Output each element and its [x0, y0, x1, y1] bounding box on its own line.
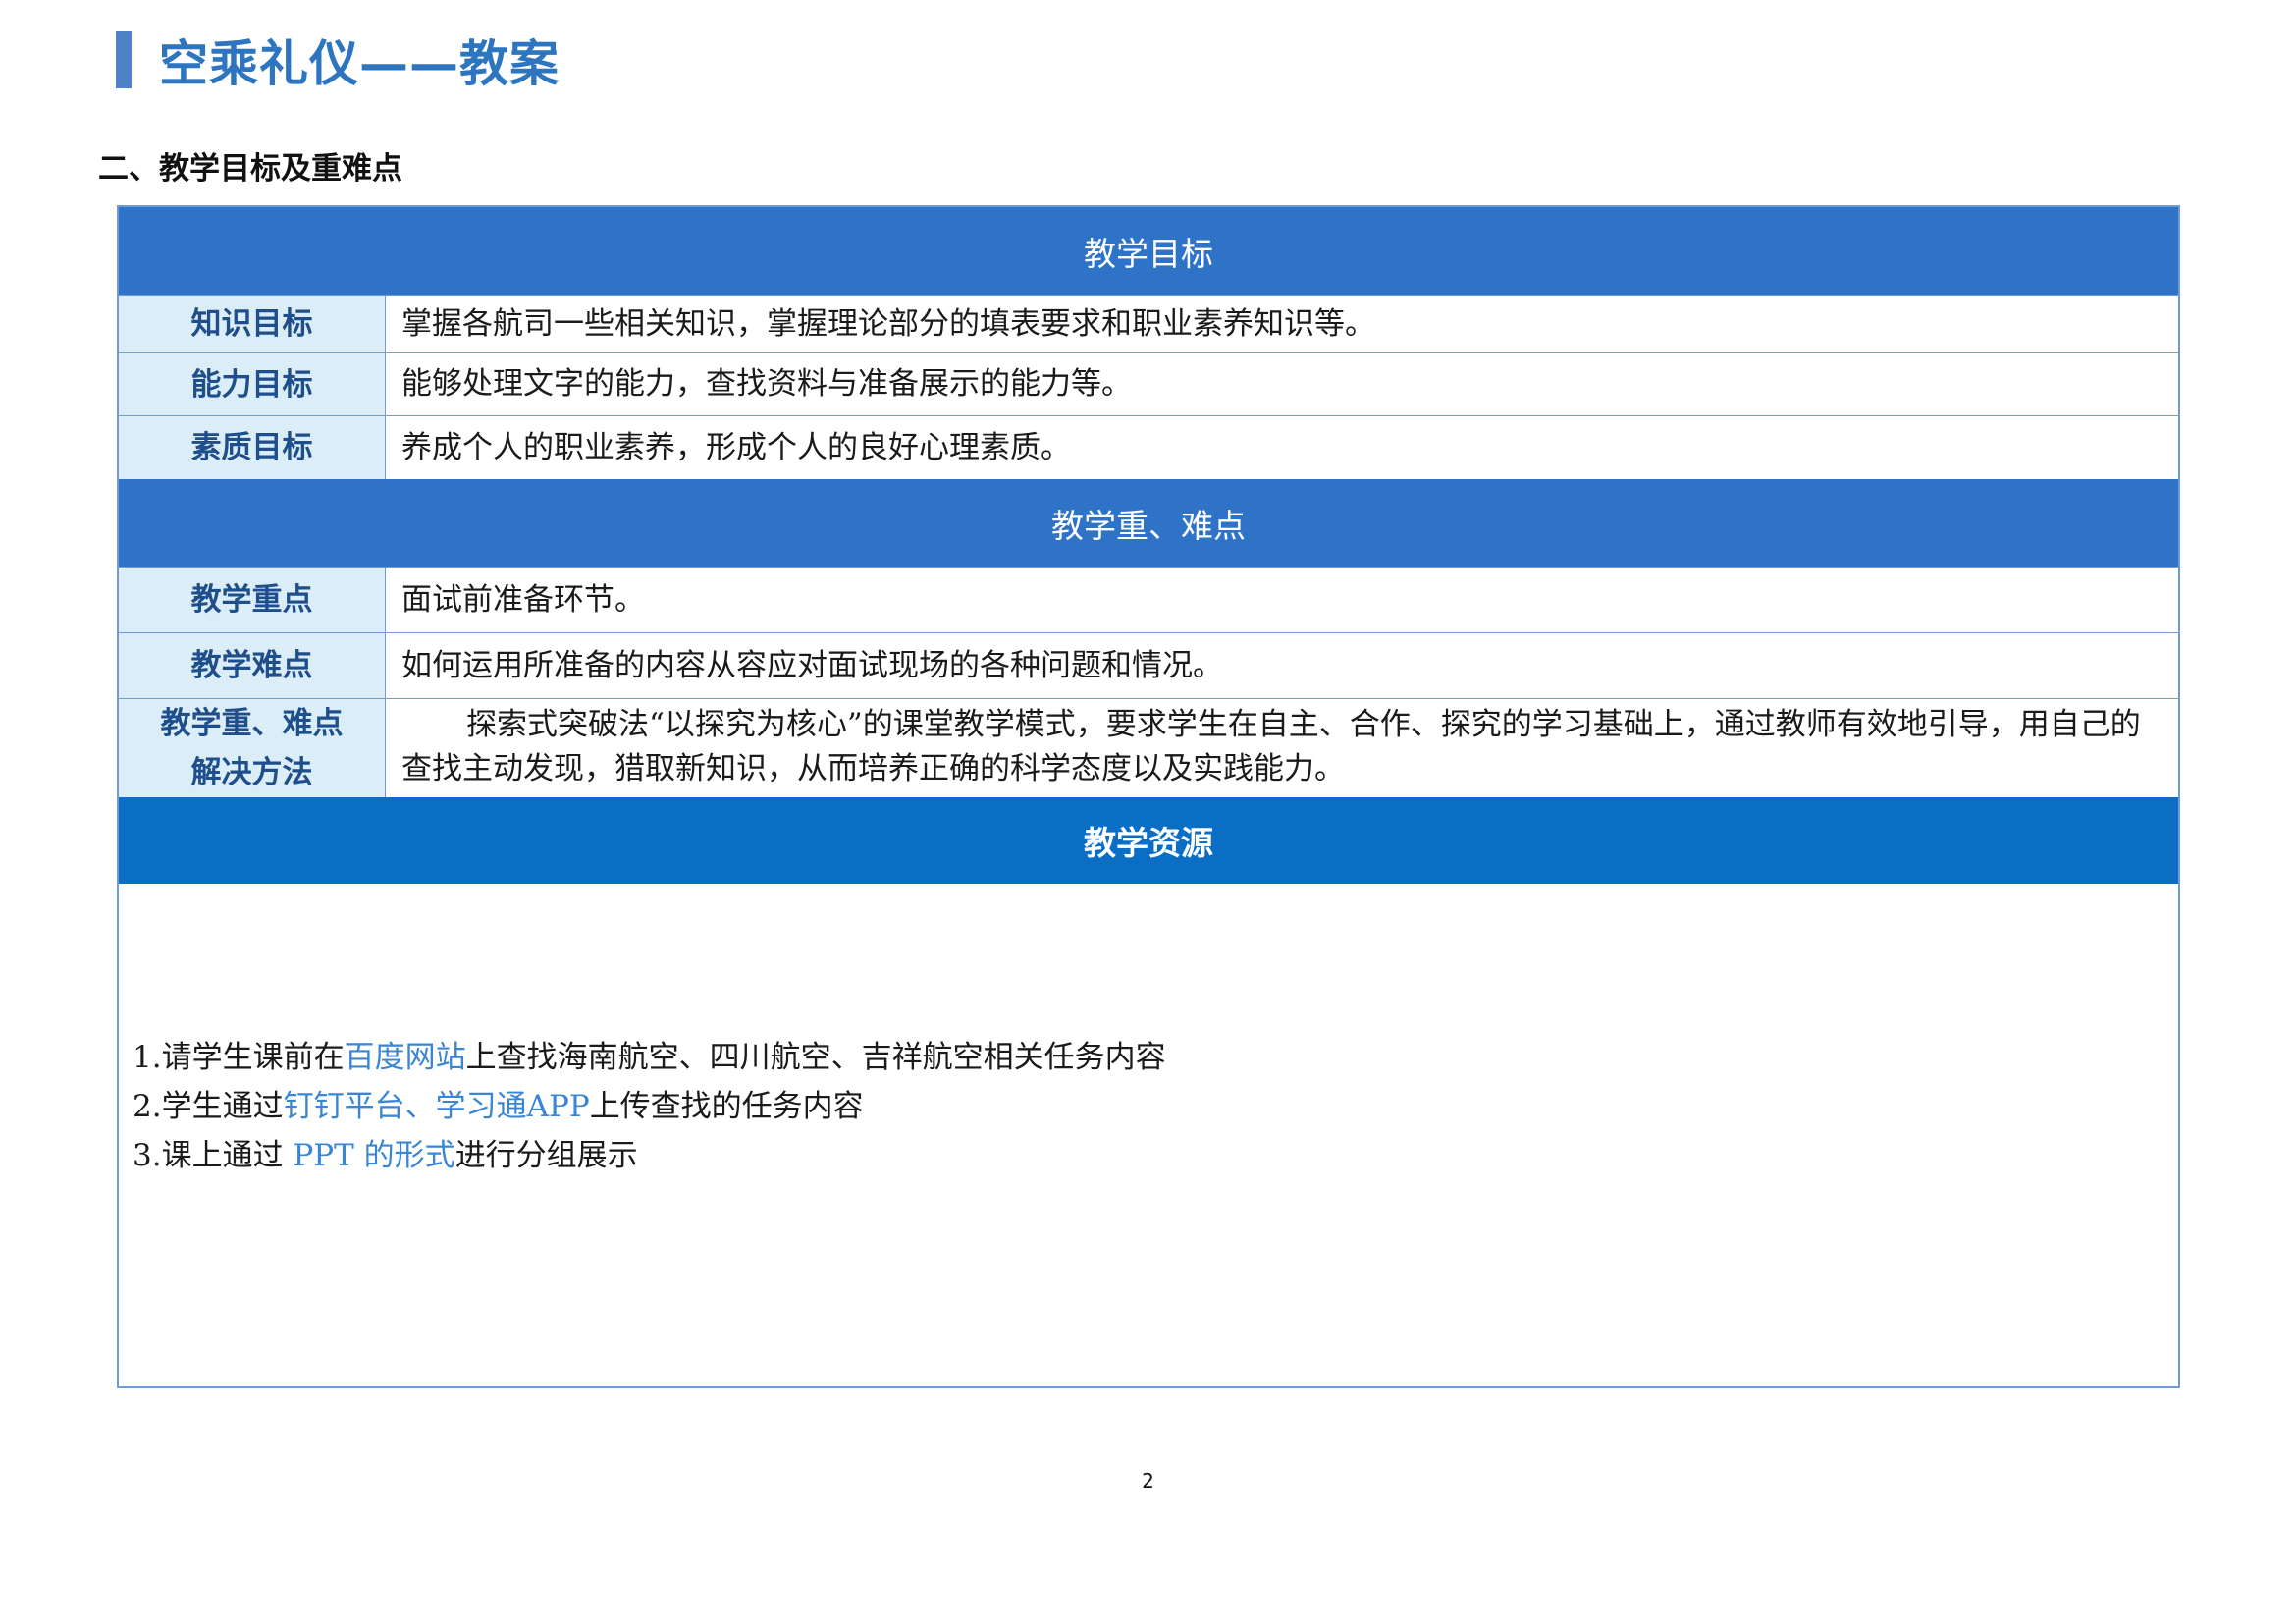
table-row: 教学难点 如何运用所准备的内容从容应对面试现场的各种问题和情况。 — [119, 632, 2178, 698]
lesson-plan-table: 教学目标 知识目标 掌握各航司一些相关知识，掌握理论部分的填表要求和职业素养知识… — [117, 205, 2180, 1388]
method-label: 教学重、难点 解决方法 — [119, 699, 386, 797]
method-label-line2: 解决方法 — [190, 755, 313, 790]
table-row: 教学重、难点 解决方法 探索式突破法“以探究为核心”的课堂教学模式，要求学生在自… — [119, 698, 2178, 797]
resource-item: 3.课上通过 PPT 的形式进行分组展示 — [133, 1138, 638, 1173]
title-accent-bar — [116, 31, 132, 88]
table-row: 能力目标 能够处理文字的能力，查找资料与准备展示的能力等。 — [119, 352, 2178, 415]
method-label-line1: 教学重、难点 — [160, 706, 344, 741]
resource-highlight: 钉钉平台、学习通APP — [283, 1089, 590, 1124]
method-value: 探索式突破法“以探究为核心”的课堂教学模式，要求学生在自主、合作、探究的学习基础… — [401, 707, 2141, 786]
table-row: 素质目标 养成个人的职业素养，形成个人的良好心理素质。 — [119, 415, 2178, 479]
row-value: 面试前准备环节。 — [401, 581, 645, 618]
row-label: 教学难点 — [119, 633, 386, 698]
title-text: 空乘礼仪——教案 — [159, 35, 560, 92]
key-points-header: 教学重、难点 — [119, 479, 2178, 567]
row-label: 教学重点 — [119, 568, 386, 632]
row-value: 掌握各航司一些相关知识，掌握理论部分的填表要求和职业素养知识等。 — [401, 305, 1375, 342]
resources-header: 教学资源 — [119, 797, 2178, 884]
document-title: 空乘礼仪——教案 — [116, 29, 560, 92]
row-value: 能够处理文字的能力，查找资料与准备展示的能力等。 — [401, 366, 1132, 402]
row-label: 能力目标 — [119, 353, 386, 415]
table-row: 知识目标 掌握各航司一些相关知识，掌握理论部分的填表要求和职业素养知识等。 — [119, 295, 2178, 352]
row-label: 知识目标 — [119, 296, 386, 352]
table-row: 教学重点 面试前准备环节。 — [119, 567, 2178, 632]
resources-body: 1.请学生课前在百度网站上查找海南航空、四川航空、吉祥航空相关任务内容 2.学生… — [119, 884, 2178, 1386]
row-value: 如何运用所准备的内容从容应对面试现场的各种问题和情况。 — [401, 647, 1223, 683]
page-number: 2 — [1142, 1469, 1154, 1492]
row-label: 素质目标 — [119, 416, 386, 479]
resource-item: 1.请学生课前在百度网站上查找海南航空、四川航空、吉祥航空相关任务内容 — [133, 1040, 1166, 1075]
resource-highlight: PPT 的形式 — [293, 1138, 455, 1173]
row-value: 养成个人的职业素养，形成个人的良好心理素质。 — [401, 429, 1071, 465]
resource-item: 2.学生通过钉钉平台、学习通APP上传查找的任务内容 — [133, 1089, 864, 1124]
goals-header: 教学目标 — [119, 207, 2178, 295]
resource-highlight: 百度网站 — [344, 1040, 466, 1075]
section-heading: 二、教学目标及重难点 — [98, 151, 402, 187]
